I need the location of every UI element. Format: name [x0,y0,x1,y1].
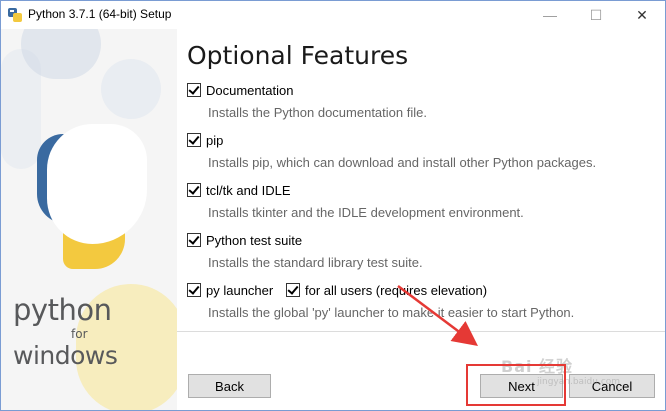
baidu-watermark: Bai 经验 [501,357,574,376]
python-setup-icon [8,8,22,22]
brand-python-text: python [13,293,112,327]
title-bar[interactable]: Python 3.7.1 (64-bit) Setup — ☐ ✕ [1,1,665,29]
minimize-button[interactable]: — [527,1,573,29]
option-description: Installs the global 'py' launcher to mak… [208,305,575,320]
option-label: py launcher [206,282,274,298]
option-label: for all users (requires elevation) [305,282,488,298]
divider [177,331,665,332]
close-button[interactable]: ✕ [619,1,665,29]
option-label: pip [206,132,224,148]
background-shape [101,59,161,119]
option-documentation[interactable]: Documentation [187,81,293,99]
option-all-users[interactable]: for all users (requires elevation) [286,281,487,299]
test-suite-checkbox[interactable] [187,233,201,247]
pip-checkbox[interactable] [187,133,201,147]
option-label: Python test suite [206,232,303,248]
all-users-checkbox[interactable] [286,283,300,297]
maximize-button[interactable]: ☐ [573,1,619,29]
documentation-checkbox[interactable] [187,83,201,97]
window-title: Python 3.7.1 (64-bit) Setup [28,7,172,21]
option-tcltk-idle[interactable]: tcl/tk and IDLE [187,181,291,199]
option-description: Installs tkinter and the IDLE developmen… [208,205,524,220]
option-label: tcl/tk and IDLE [206,182,291,198]
option-py-launcher[interactable]: py launcher [187,281,273,299]
option-test-suite[interactable]: Python test suite [187,231,302,249]
py-launcher-checkbox[interactable] [187,283,201,297]
setup-window: Python 3.7.1 (64-bit) Setup — ☐ ✕ python… [0,0,666,411]
option-description: Installs pip, which can download and ins… [208,155,597,170]
logo-white-overlay [47,124,147,244]
back-button[interactable]: Back [188,374,271,398]
option-description: Installs the Python documentation file. [208,105,427,120]
baidu-watermark-url: jingyan.baidu.com [537,377,621,387]
brand-windows-text: windows [13,341,118,370]
page-title: Optional Features [187,41,409,70]
option-description: Installs the standard library test suite… [208,255,423,270]
brand-for-text: for [71,327,88,341]
tcltk-idle-checkbox[interactable] [187,183,201,197]
option-label: Documentation [206,82,294,98]
option-pip[interactable]: pip [187,131,223,149]
